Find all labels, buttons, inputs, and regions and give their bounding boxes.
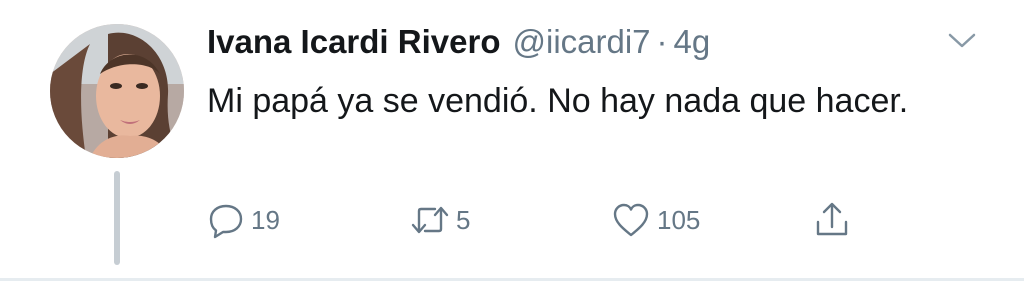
author-name[interactable]: Ivana Icardi Rivero — [207, 22, 500, 62]
chevron-down-icon — [948, 33, 976, 48]
tweet-actions: 19 5 105 — [0, 196, 1024, 244]
share-button[interactable] — [812, 196, 852, 244]
reply-count: 19 — [251, 204, 280, 235]
reply-bubble-icon — [209, 204, 243, 239]
avatar[interactable] — [50, 24, 184, 158]
retweet-icon — [411, 206, 449, 234]
author-handle[interactable]: @iicardi7 — [512, 22, 650, 62]
tweet-timestamp[interactable]: 4g — [674, 22, 711, 62]
like-button[interactable]: 105 — [611, 196, 700, 244]
reply-button[interactable]: 19 — [207, 196, 280, 244]
heart-icon — [613, 203, 649, 237]
retweet-button[interactable]: 5 — [410, 196, 470, 244]
avatar-photo — [50, 24, 184, 158]
tweet[interactable]: Ivana Icardi Rivero @iicardi7 · 4g Mi pa… — [0, 0, 1024, 281]
retweet-count: 5 — [456, 204, 471, 235]
tweet-header: Ivana Icardi Rivero @iicardi7 · 4g — [207, 22, 710, 62]
meta-separator: · — [656, 23, 668, 60]
like-count: 105 — [657, 204, 701, 235]
share-icon — [816, 202, 848, 236]
tweet-text: Mi papá ya se vendió. No hay nada que ha… — [207, 82, 909, 120]
more-options-button[interactable] — [947, 30, 977, 52]
